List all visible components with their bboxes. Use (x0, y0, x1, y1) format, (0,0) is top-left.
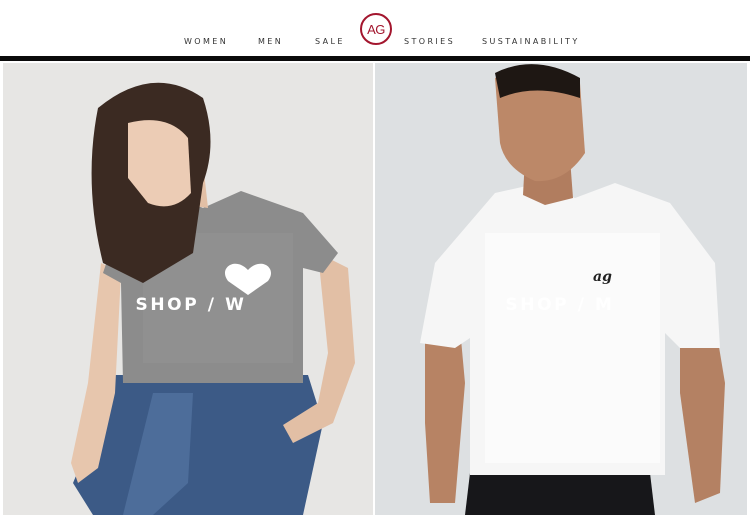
shop-men-link[interactable]: SHOP / M (375, 295, 745, 315)
nav-sale[interactable]: SALE (315, 37, 345, 46)
ag-logo[interactable]: AG (360, 13, 392, 45)
men-model-photo: ag (375, 63, 747, 515)
shop-women-panel[interactable]: SHOP / W (3, 63, 373, 515)
svg-text:ag: ag (593, 269, 612, 285)
nav-men[interactable]: MEN (258, 37, 283, 46)
header-divider (0, 56, 750, 61)
ag-logo-text: AG (367, 21, 385, 37)
nav-sustainability[interactable]: SUSTAINABILITY (482, 37, 580, 46)
shop-men-panel[interactable]: ag SHOP / M (375, 63, 747, 515)
bottom-spacer (0, 515, 750, 522)
women-model-photo (3, 63, 373, 515)
nav-stories[interactable]: STORIES (404, 37, 455, 46)
site-header: WOMEN MEN SALE AG STORIES SUSTAINABILITY (0, 0, 750, 56)
shop-women-link[interactable]: SHOP / W (3, 295, 373, 315)
nav-women[interactable]: WOMEN (184, 37, 228, 46)
